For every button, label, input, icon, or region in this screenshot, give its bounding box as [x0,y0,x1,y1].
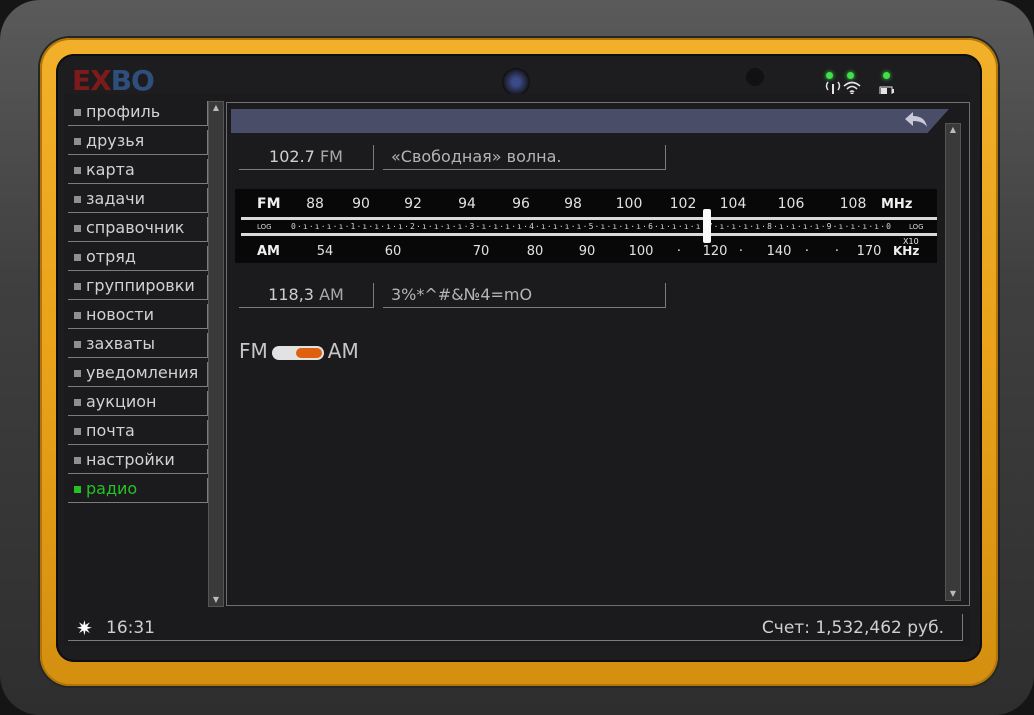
menu-item-radio[interactable]: радио [68,478,208,503]
menu-item-squad[interactable]: отряд [68,246,208,271]
sidebar-menu: профиль друзья карта задачи справочник о… [68,101,208,507]
clock: 16:31 [106,618,155,638]
am-scale-label: 70 [473,244,490,259]
band-switch-knob[interactable] [295,347,322,358]
am-scale-label: 80 [527,244,544,259]
logo-part-left: EX [72,64,112,97]
fm-scale-label: 102 [670,196,697,212]
exbo-logo: EXBO [72,64,155,97]
panel-header [231,109,949,133]
led-indicator-icon [847,72,854,79]
scroll-down-icon[interactable]: ▼ [948,589,958,599]
led-indicator-icon [883,72,890,79]
menu-item-label: задачи [86,189,146,208]
am-scale-label: 90 [579,244,596,259]
menu-item-map[interactable]: карта [68,159,208,184]
menu-item-label: справочник [86,218,185,237]
menu-item-label: радио [86,479,138,498]
am-frequency-display: 118,3 AM [239,283,374,308]
am-scale-label: 170 [857,244,882,259]
am-scale-label: 54 [317,244,334,259]
fm-scale-label: 106 [778,196,805,212]
menu-item-tasks[interactable]: задачи [68,188,208,213]
menu-item-friends[interactable]: друзья [68,130,208,155]
fm-unit-label: MHz [881,197,912,212]
scroll-down-icon[interactable]: ▼ [211,595,221,605]
am-band-label: AM [257,244,280,259]
log-scale: 0·ı·ı·ı·ı·1·ı·ı·ı·ı·2·ı·ı·ı·ı·3·ı·ı·ı·ı·… [291,222,891,231]
menu-item-notifications[interactable]: уведомления [68,362,208,387]
menu-item-captures[interactable]: захваты [68,333,208,358]
am-frequency-unit: AM [319,285,344,304]
am-scale-label: · [739,244,743,259]
menu-item-auction[interactable]: аукцион [68,391,208,416]
fm-scale-label: 104 [720,196,747,212]
band-toggle-fm-label: FM [239,339,268,363]
log-left-label: LOG [257,223,272,231]
fm-scale-label: 108 [840,196,867,212]
menu-item-label: группировки [86,276,195,295]
fm-scale-label: 88 [306,196,324,212]
account-balance: Счет: 1,532,462 руб. [761,618,944,638]
am-scale-label: 100 [629,244,654,259]
am-scale-label: · [805,244,809,259]
menu-item-settings[interactable]: настройки [68,449,208,474]
am-frequency-value: 118,3 [268,285,314,304]
tuning-needle[interactable] [703,209,711,243]
menu-item-label: новости [86,305,154,324]
menu-item-news[interactable]: новости [68,304,208,329]
camera-icon [502,68,530,96]
menu-item-label: профиль [86,102,161,121]
menu-item-label: аукцион [86,392,157,411]
fm-frequency-value: 102.7 [269,147,315,166]
menu-item-label: отряд [86,247,136,266]
band-toggle-am-label: AM [327,339,359,363]
led-indicator-icon [826,72,833,79]
am-scale-label: · [835,244,839,259]
logo-part-right: BO [110,64,155,97]
fm-scale-label: 98 [564,196,582,212]
fm-frequency-unit: FM [319,147,343,166]
tuning-dial[interactable]: FM MHz 88 90 92 94 96 98 100 102 104 106 108 LOG L… [235,189,937,263]
fm-scale-label: 90 [352,196,370,212]
back-arrow-icon[interactable] [903,109,929,133]
status-bar: ✷ 16:31 Счет: 1,532,462 руб. [68,614,963,641]
am-scale-label: 120 [703,244,728,259]
am-unit-label: KHz [893,244,919,258]
am-scale-label: 60 [385,244,402,259]
radio-panel: ▲ ▼ 102.7 FM «Свободная» волна. FM MHz 8… [226,102,970,606]
am-scale-labels: 54 60 70 80 90 100 · 120 · 140 · · 170 [317,244,882,259]
menu-item-factions[interactable]: группировки [68,275,208,300]
fm-station-name: «Свободная» волна. [383,145,666,170]
menu-item-mail[interactable]: почта [68,420,208,445]
band-toggle[interactable]: FM AM [239,339,359,363]
scroll-up-icon[interactable]: ▲ [948,125,958,135]
menu-item-label: карта [86,160,135,179]
menu-item-profile[interactable]: профиль [68,101,208,126]
menu-item-label: захваты [86,334,155,353]
fm-scale-labels: 88 90 92 94 96 98 100 102 104 106 108 [306,196,866,212]
fm-band-label: FM [257,196,281,212]
menu-item-label: почта [86,421,135,440]
menu-item-label: уведомления [86,363,199,382]
fm-scale-label: 92 [404,196,422,212]
band-switch[interactable] [271,345,324,360]
am-scale-label: 140 [767,244,792,259]
am-station-name: 3%*^#&№4=mO [383,283,666,308]
log-right-label: LOG [909,223,924,231]
menu-item-label: друзья [86,131,145,150]
menu-item-reference[interactable]: справочник [68,217,208,242]
fm-scale-label: 100 [616,196,643,212]
menu-item-label: настройки [86,450,175,469]
panel-scrollbar[interactable]: ▲ ▼ [945,123,961,601]
am-scale-label: · [677,244,681,259]
fm-scale-label: 94 [458,196,476,212]
fm-scale-label: 96 [512,196,530,212]
fm-frequency-display: 102.7 FM [239,145,374,170]
scroll-up-icon[interactable]: ▲ [211,103,221,113]
menu-scrollbar[interactable]: ▲ ▼ [208,101,224,607]
sun-icon[interactable]: ✷ [76,616,93,640]
light-sensor-icon [746,68,764,86]
